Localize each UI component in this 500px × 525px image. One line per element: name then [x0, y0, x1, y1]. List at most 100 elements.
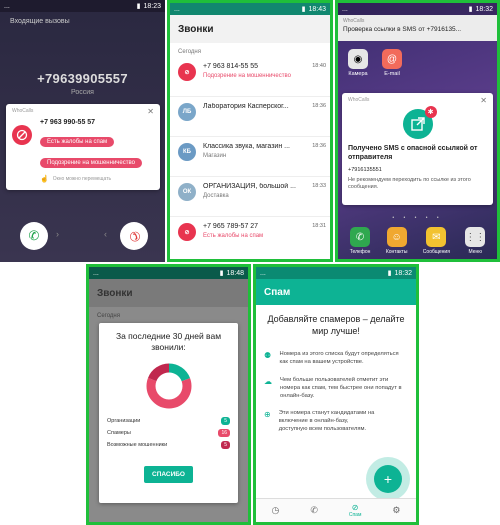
- dock-contacts[interactable]: ☺ Контакты: [385, 227, 408, 255]
- app-label: E-mail: [384, 71, 400, 77]
- call-row[interactable]: ⊘ +7 963 814-55 55 Подозрение на мошенни…: [170, 57, 330, 97]
- battery-icon: ▮: [219, 270, 224, 277]
- fraud-suspect-badge: Подозрение на мошенничество: [40, 158, 142, 168]
- dock-menu[interactable]: ⋮⋮ Меню: [465, 227, 486, 255]
- email-icon: @: [382, 49, 402, 69]
- call-header: Входящие вызовы: [10, 18, 70, 25]
- status-left: ...: [342, 5, 348, 13]
- info-item: ⚉ Номера из этого списка будут определят…: [264, 351, 408, 367]
- block-icon: ⊘: [351, 503, 359, 512]
- bug-icon: ✱: [424, 106, 437, 118]
- legend-count: 5: [221, 441, 230, 450]
- cloud-icon: ☁: [264, 376, 272, 386]
- nav-settings-icon[interactable]: ⚙: [392, 505, 400, 516]
- call-title: Лаборатория Касперског...: [203, 103, 289, 110]
- app-label: Камера: [348, 71, 368, 77]
- call-subtitle: Доставка: [203, 193, 229, 199]
- info-item: ⊕ Эти номера станут кандидатами на включ…: [264, 410, 408, 433]
- dock: ✆ Телефон ☺ Контакты ✉ Сообщения ⋮⋮ Меню: [338, 227, 497, 255]
- legend-count: 16: [218, 429, 230, 438]
- screenshot-collage: ... ▮ 18:23 Входящие вызовы +79639905557…: [0, 0, 500, 525]
- status-bar: ... ▮ 18:32: [338, 3, 497, 15]
- contacts-icon: ☺: [386, 227, 407, 247]
- dock-label: Сообщения: [422, 249, 450, 255]
- status-left: ...: [4, 2, 10, 10]
- status-time: 18:32: [475, 5, 493, 13]
- status-time: 18:23: [143, 2, 161, 10]
- calls-donut-chart: [146, 363, 191, 409]
- page-indicator: • • • • •: [392, 215, 443, 221]
- card-app-label: WhoCalls: [348, 97, 370, 103]
- page-title: Звонки: [97, 287, 133, 299]
- nav-spam-tab[interactable]: ⊘ Спам: [349, 503, 362, 518]
- call-title: ОРГАНИЗАЦИЯ, большой ...: [203, 183, 296, 190]
- add-spam-fab[interactable]: +: [374, 465, 402, 493]
- fab-halo: +: [366, 457, 410, 501]
- stats-dialog: За последние 30 дней вам звонили: Органи…: [99, 323, 238, 503]
- status-bar: ... ▮ 18:43: [170, 3, 330, 15]
- call-time: 18:33: [312, 183, 326, 189]
- status-left: ...: [260, 269, 266, 277]
- swipe-right-chevron-icon: ›: [56, 229, 59, 239]
- phone-icon: ✆: [350, 227, 371, 247]
- legend-label: Спамеры: [107, 430, 131, 437]
- call-time: 18:31: [312, 223, 326, 229]
- card-title: Получено SMS с опасной ссылкой от отправ…: [348, 145, 478, 161]
- nav-phone-icon[interactable]: ✆: [310, 505, 318, 516]
- call-row[interactable]: ОК ОРГАНИЗАЦИЯ, большой ... Доставка 18:…: [170, 177, 330, 217]
- whocalls-popup[interactable]: WhoCalls ✕ +7 963 990-55 57 Есть жалобы …: [6, 104, 160, 190]
- phone-incoming-call: ... ▮ 18:23 Входящие вызовы +79639905557…: [0, 0, 165, 262]
- legend-label: Организации: [107, 418, 141, 425]
- info-text: Чем больше пользователей отметит эти ном…: [280, 376, 402, 399]
- caller-country: Россия: [71, 89, 94, 96]
- dock-messages[interactable]: ✉ Сообщения: [423, 227, 450, 255]
- dock-phone[interactable]: ✆ Телефон: [349, 227, 371, 255]
- dock-label: Телефон: [349, 249, 371, 255]
- sms-warning-card[interactable]: WhoCalls ✕ ✱ Получено SMS с опасной ссыл…: [342, 93, 493, 205]
- battery-icon: ▮: [468, 6, 473, 13]
- blocked-caller-icon: ⊘: [178, 63, 196, 81]
- dangerous-link-icon: ✱: [402, 106, 437, 139]
- call-title: +7 963 814-55 55: [203, 63, 259, 70]
- call-row[interactable]: ⊘ +7 965 789-57 27 Есть жалобы на спам 1…: [170, 217, 330, 257]
- app-email[interactable]: @ E-mail: [382, 49, 402, 77]
- info-text: Эти номера станут кандидатами на включен…: [278, 410, 375, 432]
- status-time: 18:43: [308, 5, 326, 13]
- decline-button[interactable]: ✆: [120, 222, 148, 250]
- card-close-icon[interactable]: ✕: [480, 96, 487, 105]
- popup-app-label: WhoCalls: [12, 108, 34, 114]
- popup-hint: Окно можно перемещать: [52, 176, 112, 182]
- spam-complaint-badge: Есть жалобы на спам: [40, 137, 115, 147]
- page-title: Звонки: [178, 23, 214, 35]
- phone-sms-warning: ... ▮ 18:32 WhoCalls Проверка ссылки в S…: [335, 0, 500, 262]
- popup-number: +7 963 990-55 57: [40, 119, 96, 126]
- status-bar: ... ▮ 18:48: [89, 267, 248, 279]
- globe-icon: ⊕: [264, 410, 271, 420]
- card-text: Не рекомендуем переходить по ссылке из э…: [348, 176, 471, 190]
- app-camera[interactable]: ◉ Камера: [348, 49, 368, 77]
- spam-info-list: ⚉ Номера из этого списка будут определят…: [256, 341, 416, 438]
- phone-spam-info: ... ▮ 18:32 Спам Добавляйте спамеров – д…: [253, 264, 419, 525]
- phone-answer-icon: ✆: [28, 228, 40, 243]
- people-icon: ⚉: [264, 351, 272, 361]
- thanks-button[interactable]: СПАСИБО: [144, 466, 193, 484]
- app-toolbar: Звонки: [170, 15, 330, 43]
- answer-button[interactable]: ✆: [20, 222, 48, 250]
- call-row[interactable]: ЛБ Лаборатория Касперског... 18:36: [170, 97, 330, 137]
- legend-row: Спамеры 16: [107, 429, 230, 438]
- call-time: 18:36: [312, 103, 326, 109]
- notification-banner[interactable]: WhoCalls Проверка ссылки в SMS от +79161…: [338, 15, 497, 41]
- dock-label: Меню: [468, 249, 483, 255]
- card-number: +7916135551: [348, 166, 382, 173]
- popup-close-icon[interactable]: ✕: [147, 107, 154, 116]
- drag-hand-icon: ☝: [40, 176, 49, 183]
- status-left: ...: [93, 269, 99, 277]
- spam-heading: Добавляйте спамеров – делайте мир лучше!: [267, 314, 405, 337]
- call-time: 18:36: [312, 143, 326, 149]
- call-subtitle: Магазин: [203, 153, 227, 159]
- call-row[interactable]: КБ Классика звука, магазин ... Магазин 1…: [170, 137, 330, 177]
- dock-label: Контакты: [385, 249, 408, 255]
- phone-calls-list: ... ▮ 18:43 Звонки Сегодня ⊘ +7 963 814-…: [167, 0, 333, 262]
- page-title: Спам: [264, 286, 291, 298]
- nav-history-icon[interactable]: ◷: [271, 505, 279, 516]
